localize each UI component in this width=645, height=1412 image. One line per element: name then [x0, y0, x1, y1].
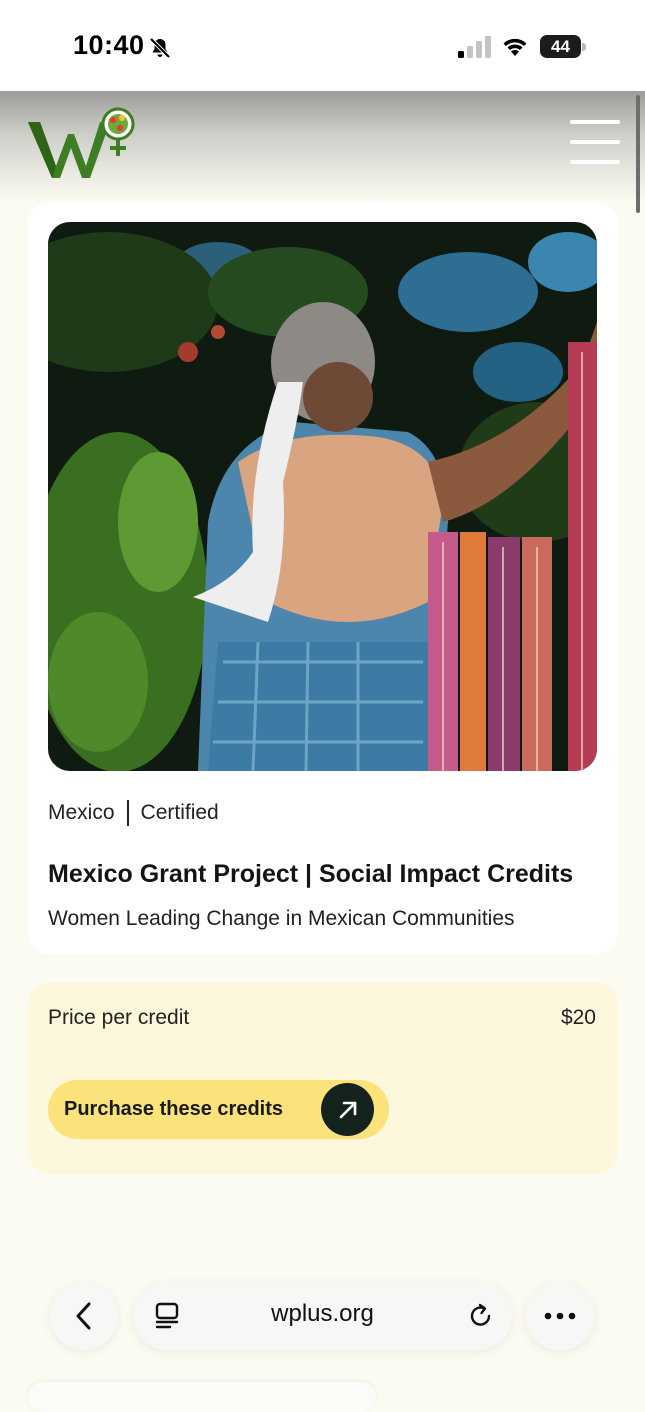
purchase-button-label: Purchase these credits	[64, 1098, 283, 1120]
arrow-up-right-icon	[321, 1083, 374, 1136]
menu-line	[570, 120, 620, 124]
project-image	[48, 222, 597, 771]
cellular-signal-icon	[458, 36, 491, 58]
more-icon	[544, 1312, 576, 1320]
meta-divider	[126, 800, 129, 826]
battery-tip	[582, 43, 586, 51]
reload-icon[interactable]	[467, 1302, 495, 1330]
project-title: Mexico Grant Project | Social Impact Cre…	[48, 860, 574, 888]
wifi-icon	[503, 38, 527, 56]
status-bar: 10:40 44	[0, 0, 645, 91]
project-meta: Mexico Certified	[48, 798, 219, 828]
menu-line	[570, 160, 620, 164]
battery-icon: 44	[540, 35, 581, 58]
menu-line	[570, 140, 620, 144]
woman-with-woven-textiles-photo	[48, 222, 597, 771]
battery-level: 44	[551, 36, 570, 56]
scrollbar[interactable]	[636, 95, 640, 213]
project-country: Mexico	[48, 801, 115, 824]
price-label: Price per credit	[48, 1006, 190, 1029]
purchase-credits-button[interactable]: Purchase these credits	[48, 1080, 389, 1139]
status-time: 10:40	[73, 30, 145, 60]
next-card-peek	[28, 1382, 376, 1412]
more-options-button[interactable]	[525, 1282, 595, 1350]
wplus-logo[interactable]	[26, 104, 136, 182]
project-status: Certified	[140, 801, 219, 824]
price-value: $20	[560, 1006, 596, 1029]
project-subtitle: Women Leading Change in Mexican Communit…	[48, 907, 515, 930]
hamburger-menu-icon[interactable]	[570, 120, 620, 164]
bell-slash-icon	[149, 37, 171, 59]
